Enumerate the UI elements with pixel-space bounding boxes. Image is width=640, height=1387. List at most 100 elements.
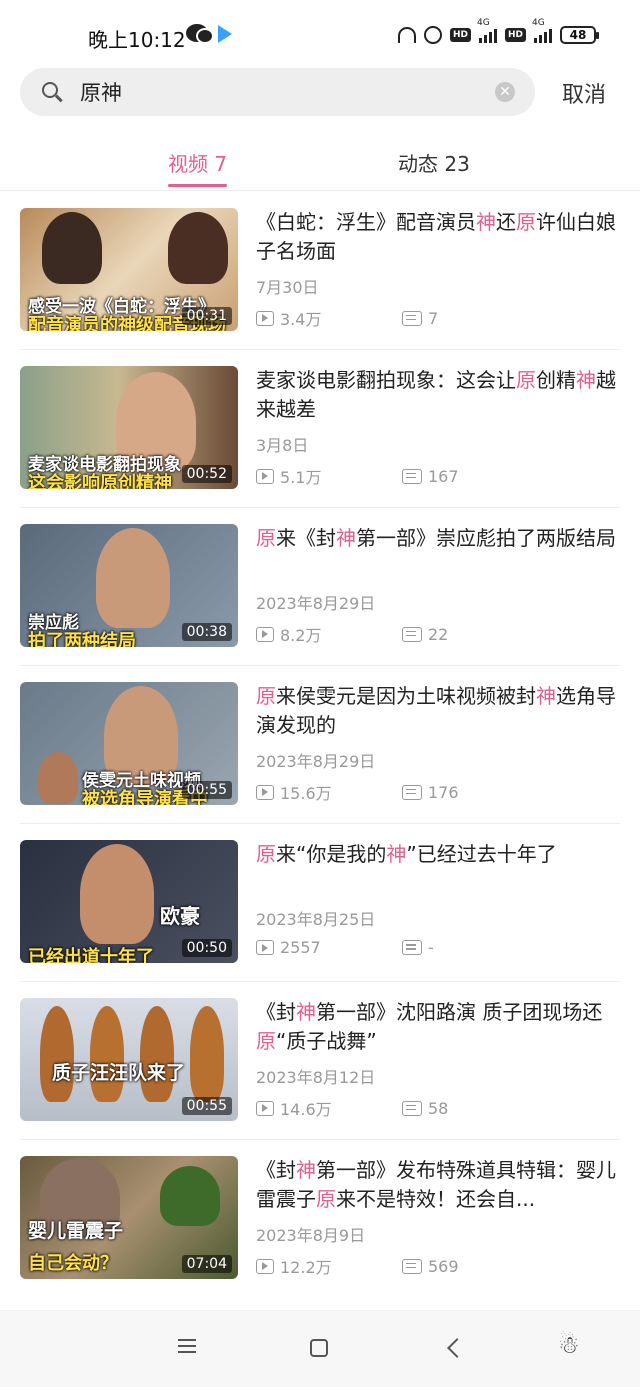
thumbnail-caption-secondary: 已经出道十年了 bbox=[28, 947, 154, 963]
status-bar: 晚上10:12 HD 4G HD 4G 48 bbox=[0, 0, 640, 62]
signal-icon: 4G bbox=[532, 18, 552, 43]
signal-icon: 4G bbox=[477, 18, 497, 43]
danmaku-count: - bbox=[428, 938, 434, 957]
hd-icon: HD bbox=[449, 28, 471, 42]
back-icon[interactable] bbox=[447, 1338, 467, 1358]
video-date: 2023年8月29日 bbox=[256, 594, 376, 613]
video-thumbnail[interactable]: 麦家谈电影翻拍现象 这会影响原创精神 00:52 bbox=[20, 366, 238, 489]
thumbnail-caption: 婴儿雷震子 bbox=[28, 1220, 124, 1242]
play-count-icon bbox=[256, 626, 274, 642]
danmaku-count: 22 bbox=[428, 624, 449, 644]
view-count: 5.1万 bbox=[280, 468, 322, 487]
video-item[interactable]: 崇应彪 拍了两种结局 00:38 原来《封神第一部》崇应彪拍了两版结局 2023… bbox=[20, 508, 620, 666]
video-item[interactable]: 感受一波《白蛇：浮生》 配音演员的神级配音现场 00:31 《白蛇：浮生》配音演… bbox=[20, 192, 620, 350]
search-bar[interactable]: ✕ bbox=[20, 68, 535, 116]
video-date: 2023年8月12日 bbox=[256, 1068, 376, 1087]
video-duration: 07:04 bbox=[181, 1255, 232, 1273]
video-date: 2023年8月29日 bbox=[256, 752, 376, 771]
danmaku-icon bbox=[402, 1258, 422, 1274]
result-tabs: 视频 7 动态 23 bbox=[0, 140, 640, 191]
battery-icon: 48 bbox=[560, 26, 599, 44]
video-thumbnail[interactable]: 欧豪 已经出道十年了 00:50 bbox=[20, 840, 238, 963]
video-title[interactable]: 原来“你是我的神”已经过去十年了 bbox=[256, 840, 620, 898]
hd-icon: HD bbox=[504, 28, 526, 42]
thumbnail-caption-secondary: 这会影响原创精神 bbox=[28, 473, 172, 489]
danmaku-icon bbox=[402, 310, 422, 326]
danmaku-count: 7 bbox=[428, 308, 439, 328]
video-thumbnail[interactable]: 质子汪汪队来了 00:55 bbox=[20, 998, 238, 1121]
video-title[interactable]: 麦家谈电影翻拍现象：这会让原创精神越来越差 bbox=[256, 366, 620, 424]
clear-icon[interactable]: ✕ bbox=[495, 82, 515, 102]
view-count: 15.6万 bbox=[280, 784, 332, 803]
video-item[interactable]: 侯雯元土味视频 被选角导演看中 00:55 原来侯雯元是因为土味视频被封神选角导… bbox=[20, 666, 620, 824]
thumbnail-caption-secondary: 拍了两种结局 bbox=[28, 631, 136, 647]
thumbnail-caption: 欧豪 bbox=[160, 904, 200, 928]
danmaku-count: 176 bbox=[428, 782, 459, 802]
thumbnail-caption-secondary: 自己会动？ bbox=[28, 1253, 118, 1274]
video-date: 3月8日 bbox=[256, 436, 309, 455]
play-count-icon bbox=[256, 310, 274, 326]
menu-icon[interactable] bbox=[178, 1339, 196, 1341]
tab-label: 视频 7 bbox=[168, 152, 228, 176]
danmaku-count: 167 bbox=[428, 466, 459, 486]
play-count-icon bbox=[256, 468, 274, 484]
play-count-icon bbox=[256, 940, 274, 955]
danmaku-icon bbox=[402, 940, 422, 955]
tab-dynamics[interactable]: 动态 23 bbox=[398, 148, 470, 177]
video-date: 2023年8月25日 bbox=[256, 910, 376, 929]
video-title[interactable]: 原来《封神第一部》崇应彪拍了两版结局 bbox=[256, 524, 620, 582]
home-icon[interactable] bbox=[310, 1339, 328, 1357]
video-app-icon bbox=[218, 25, 232, 43]
view-count: 12.2万 bbox=[280, 1258, 332, 1277]
video-item[interactable]: 麦家谈电影翻拍现象 这会影响原创精神 00:52 麦家谈电影翻拍现象：这会让原创… bbox=[20, 350, 620, 508]
system-nav-bar: ☃ bbox=[0, 1310, 640, 1387]
play-count-icon bbox=[256, 1100, 274, 1116]
danmaku-count: 58 bbox=[428, 1098, 449, 1118]
cancel-button[interactable]: 取消 bbox=[562, 77, 606, 109]
alarm-icon bbox=[423, 26, 442, 44]
video-thumbnail[interactable]: 崇应彪 拍了两种结局 00:38 bbox=[20, 524, 238, 647]
video-duration: 00:50 bbox=[181, 939, 232, 957]
video-date: 2023年8月9日 bbox=[256, 1226, 366, 1245]
system-icons: HD 4G HD 4G 48 bbox=[397, 18, 599, 44]
video-date: 7月30日 bbox=[256, 278, 319, 297]
thumbnail-caption: 质子汪汪队来了 bbox=[52, 1062, 186, 1084]
status-time: 晚上10:12 bbox=[88, 28, 186, 52]
video-duration: 00:55 bbox=[181, 1097, 232, 1115]
video-title[interactable]: 《白蛇：浮生》配音演员神还原许仙白娘子名场面 bbox=[256, 208, 620, 266]
video-item[interactable]: 婴儿雷震子 自己会动？ 07:04 《封神第一部》发布特殊道具特辑：婴儿雷震子原… bbox=[20, 1140, 620, 1297]
video-title[interactable]: 原来侯雯元是因为土味视频被封神选角导演发现的 bbox=[256, 682, 620, 740]
video-duration: 00:38 bbox=[181, 623, 232, 641]
play-count-icon bbox=[256, 784, 274, 800]
play-count-icon bbox=[256, 1258, 274, 1274]
video-thumbnail[interactable]: 感受一波《白蛇：浮生》 配音演员的神级配音现场 00:31 bbox=[20, 208, 238, 331]
notification-icons bbox=[186, 24, 232, 44]
view-count: 14.6万 bbox=[280, 1100, 332, 1119]
search-input[interactable] bbox=[80, 78, 480, 106]
video-title[interactable]: 《封神第一部》沈阳路演 质子团现场还原“质子战舞” bbox=[256, 998, 620, 1056]
view-count: 3.4万 bbox=[280, 310, 322, 329]
view-count: 2557 bbox=[280, 938, 321, 957]
video-duration: 00:52 bbox=[181, 465, 232, 483]
danmaku-icon bbox=[402, 1100, 422, 1116]
danmaku-icon bbox=[402, 626, 422, 642]
video-list: 感受一波《白蛇：浮生》 配音演员的神级配音现场 00:31 《白蛇：浮生》配音演… bbox=[0, 192, 640, 1297]
search-icon bbox=[42, 82, 58, 98]
active-tab-indicator bbox=[168, 184, 228, 187]
tab-label: 动态 23 bbox=[398, 152, 470, 176]
video-title[interactable]: 《封神第一部》发布特殊道具特辑：婴儿雷震子原来不是特效！还会自... bbox=[256, 1156, 620, 1214]
video-duration: 00:31 bbox=[181, 307, 232, 325]
view-count: 8.2万 bbox=[280, 626, 322, 645]
video-thumbnail[interactable]: 婴儿雷震子 自己会动？ 07:04 bbox=[20, 1156, 238, 1279]
danmaku-icon bbox=[402, 468, 422, 484]
tab-videos[interactable]: 视频 7 bbox=[168, 148, 228, 187]
danmaku-icon bbox=[402, 784, 422, 800]
video-duration: 00:55 bbox=[181, 781, 232, 799]
accessibility-icon[interactable]: ☃ bbox=[558, 1333, 580, 1357]
video-item[interactable]: 欧豪 已经出道十年了 00:50 原来“你是我的神”已经过去十年了 2023年8… bbox=[20, 824, 620, 982]
video-thumbnail[interactable]: 侯雯元土味视频 被选角导演看中 00:55 bbox=[20, 682, 238, 805]
wechat-icon bbox=[186, 24, 214, 44]
danmaku-count: 569 bbox=[428, 1256, 459, 1276]
headphone-icon bbox=[397, 27, 416, 43]
video-item[interactable]: 质子汪汪队来了 00:55 《封神第一部》沈阳路演 质子团现场还原“质子战舞” … bbox=[20, 982, 620, 1140]
